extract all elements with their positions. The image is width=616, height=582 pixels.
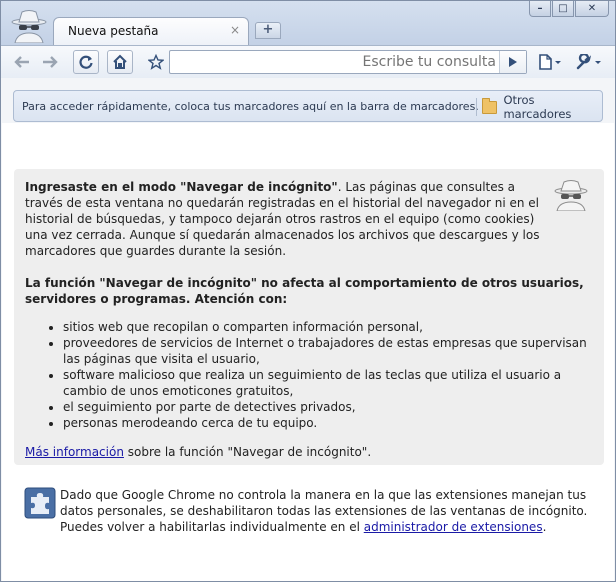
incognito-info-box: Ingresaste en el modo "Navegar de incógn… [14,169,604,465]
bookmarks-bar-message: Para acceder rápidamente, coloca tus mar… [22,100,479,113]
go-button[interactable] [499,51,526,73]
forward-button[interactable] [37,50,63,74]
more-info-text: sobre la función "Navegar de incógnito". [123,445,372,459]
omnibox-input[interactable] [174,53,496,71]
extensions-disabled-notice: Dado que Google Chrome no controla la ma… [60,487,590,535]
puzzle-piece-icon [24,487,56,519]
play-icon [509,57,517,67]
window-controls: – □ ✕ [528,1,609,19]
home-icon [113,54,127,69]
minimize-button[interactable]: – [529,1,551,17]
more-info-line: Más información sobre la función "Navega… [25,445,371,459]
bookmark-star-button[interactable] [143,50,169,74]
list-item: sitios web que recopilan o comparten inf… [63,319,595,335]
back-arrow-icon [14,56,29,68]
star-icon [148,54,164,70]
wrench-icon [576,54,601,70]
forward-arrow-icon [43,56,58,68]
folder-icon [482,97,498,114]
tab-strip: Nueva pestaña × + – □ ✕ [1,1,615,45]
extensions-manager-link[interactable]: administrador de extensiones [364,520,543,534]
close-window-button[interactable]: ✕ [575,1,609,17]
extensions-notice-end: . [542,520,547,534]
home-button[interactable] [107,50,133,74]
list-item: software malicioso que realiza un seguim… [63,367,595,399]
page-content: Ingresaste en el modo "Navegar de incógn… [2,123,614,581]
wrench-menu-button[interactable] [573,50,605,74]
incognito-intro-paragraph: Ingresaste en el modo "Navegar de incógn… [25,179,551,259]
incognito-spy-icon [11,10,47,43]
list-item: personas merodeando cerca de tu equipo. [63,415,595,431]
maximize-button[interactable]: □ [552,1,574,17]
toolbar [1,45,615,78]
list-item: el seguimiento por parte de detectives p… [63,399,595,415]
reload-button[interactable] [73,50,99,74]
bookmarks-separator [476,98,477,116]
more-info-link[interactable]: Más información [25,445,124,459]
reload-icon [79,55,93,69]
incognito-warning-list: sitios web que recopilan o comparten inf… [25,319,595,431]
tab-nueva-pestana[interactable]: Nueva pestaña × [53,17,249,45]
tab-title: Nueva pestaña [68,24,159,38]
list-item: proveedores de servicios de Internet o t… [63,335,595,367]
incognito-intro-bold: Ingresaste en el modo "Navegar de incógn… [25,180,338,194]
incognito-icon [554,180,588,211]
browser-window: Nueva pestaña × + – □ ✕ Escribe tu consu… [0,0,616,582]
tab-close-icon[interactable]: × [228,23,242,37]
omnibox[interactable] [169,50,527,74]
page-menu-button[interactable] [535,50,565,74]
other-bookmarks-label: Otros marcadores [503,93,572,121]
new-tab-button[interactable]: + [255,22,281,39]
incognito-warning-heading: La función "Navegar de incógnito" no afe… [25,276,584,306]
page-menu-icon [539,54,561,70]
back-button[interactable] [9,50,35,74]
bookmarks-bar: Para acceder rápidamente, coloca tus mar… [13,90,603,122]
other-bookmarks-button[interactable]: Otros marcadores [482,93,602,121]
